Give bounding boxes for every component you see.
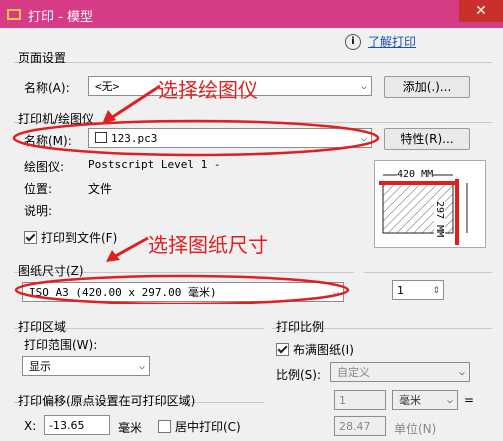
annotation-ellipse-paper-size xyxy=(14,274,350,304)
page-setup-name-label: 名称(A): xyxy=(24,81,70,95)
close-icon: ✕ xyxy=(475,3,487,19)
plot-range-label: 打印范围(W): xyxy=(24,338,98,352)
plot-scale-label: 打印比例 xyxy=(276,320,325,334)
page-setup-label: 页面设置 xyxy=(18,51,67,65)
chevron-down-icon: ⌵ xyxy=(458,367,465,378)
scale-unit-value: 毫米 xyxy=(399,394,421,407)
stepper-icon: ⇕ xyxy=(432,286,440,296)
fit-to-paper-label: 布满图纸(I) xyxy=(293,343,354,357)
copies-group xyxy=(364,272,492,273)
checkbox-unchecked-icon xyxy=(158,420,171,433)
plotter-value: Postscript Level 1 - xyxy=(88,158,221,171)
chevron-down-icon: ⌵ xyxy=(138,361,145,372)
chevron-down-icon: ⌵ xyxy=(360,81,367,92)
preview-height-label: 297 MM xyxy=(434,201,445,238)
x-offset-value: -13.65 xyxy=(49,419,85,432)
chevron-down-icon: ⌵ xyxy=(446,395,453,406)
scale-label: 比例(S): xyxy=(276,368,322,382)
annotation-ellipse-plotter xyxy=(12,119,380,157)
plotter-label: 绘图仪: xyxy=(24,160,65,174)
center-plot-checkbox[interactable]: 居中打印(C) xyxy=(158,418,241,435)
properties-button[interactable]: 特性(R)... xyxy=(384,128,470,150)
location-label: 位置: xyxy=(24,182,53,196)
preview-width-label: 420 MM xyxy=(397,169,434,180)
title-bar: 打印 - 模型 ✕ xyxy=(0,0,503,28)
copies-input[interactable]: 1 ⇕ xyxy=(392,280,444,300)
scale-select[interactable]: 自定义 ⌵ xyxy=(330,362,470,382)
learn-print-link[interactable]: 了解打印 xyxy=(368,33,416,50)
x-offset-input[interactable]: -13.65 xyxy=(44,415,110,435)
scale-value1: 1 xyxy=(339,394,346,407)
plot-range-value: 显示 xyxy=(29,360,51,373)
plot-offset-label: 打印偏移(原点设置在可打印区域) xyxy=(18,394,196,408)
checkbox-checked-icon xyxy=(24,231,37,244)
annotation-select-paper-size: 选择图纸尺寸 xyxy=(148,233,268,257)
paper-preview: 420 MM 297 MM xyxy=(374,160,486,248)
center-plot-label: 居中打印(C) xyxy=(175,420,241,434)
close-button[interactable]: ✕ xyxy=(459,0,503,22)
info-icon: i xyxy=(345,34,361,50)
window-title: 打印 - 模型 xyxy=(28,10,93,25)
page-setup-group xyxy=(14,62,492,63)
scale-unit-select[interactable]: 毫米 ⌵ xyxy=(392,390,458,410)
annotation-arrow-icon xyxy=(106,236,149,262)
fit-to-paper-checkbox[interactable]: 布满图纸(I) xyxy=(276,341,354,358)
scale-value2-input[interactable]: 28.47 xyxy=(334,416,386,436)
equals-sign: = xyxy=(464,393,475,407)
scale-value1-input[interactable]: 1 xyxy=(334,390,386,410)
x-offset-unit: 毫米 xyxy=(118,421,143,435)
scale-unit2-label: 单位(N) xyxy=(394,422,437,436)
plot-area-label: 打印区域 xyxy=(18,320,67,334)
add-button[interactable]: 添加(.)... xyxy=(384,76,470,98)
x-offset-label: X: xyxy=(24,419,37,433)
app-icon xyxy=(7,9,21,20)
location-value: 文件 xyxy=(88,182,113,196)
annotation-select-plotter: 选择绘图仪 xyxy=(158,78,258,102)
checkbox-checked-icon xyxy=(276,343,289,356)
scale-value2: 28.47 xyxy=(339,420,371,433)
copies-value: 1 xyxy=(397,284,404,297)
plot-range-select[interactable]: 显示 ⌵ xyxy=(22,356,150,376)
scale-value: 自定义 xyxy=(337,366,370,379)
description-label: 说明: xyxy=(24,204,53,218)
